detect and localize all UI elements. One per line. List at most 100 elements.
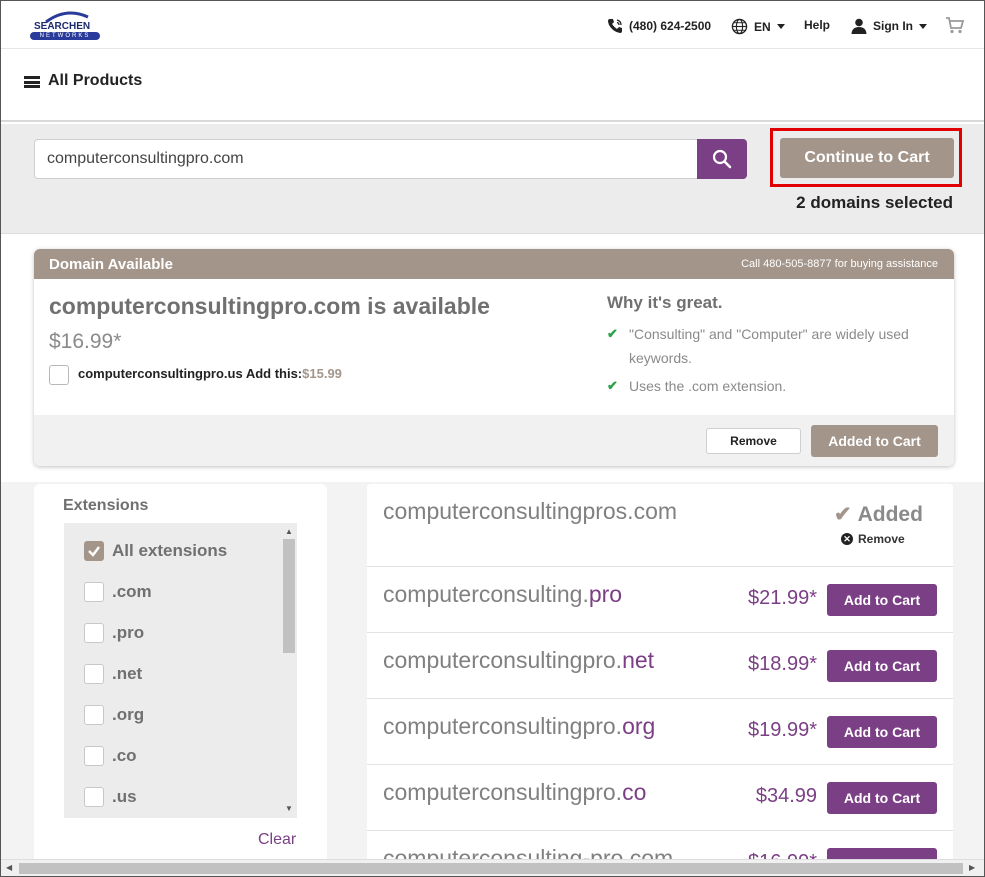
added-status-label: Added bbox=[857, 503, 923, 526]
logo-word: SEARCHEN bbox=[34, 21, 91, 32]
addon-checkbox[interactable] bbox=[49, 365, 69, 385]
check-icon: ✔ bbox=[607, 326, 618, 341]
add-to-cart-button[interactable]: Add to Cart bbox=[827, 716, 937, 748]
result-domain-name: computerconsultingpro.co bbox=[383, 779, 646, 806]
scroll-left-arrow-icon[interactable]: ◀ bbox=[6, 863, 12, 872]
horizontal-scroll-thumb[interactable] bbox=[19, 863, 963, 874]
result-row: computerconsulting.pro $21.99* Add to Ca… bbox=[367, 567, 953, 633]
row-remove-label: Remove bbox=[858, 532, 905, 546]
chevron-down-icon bbox=[919, 23, 927, 29]
phone-link[interactable]: (480) 624-2500 bbox=[607, 18, 711, 34]
result-row: computerconsultingpro.org $19.99* Add to… bbox=[367, 699, 953, 765]
extension-label: .co bbox=[112, 746, 137, 765]
continue-to-cart-button[interactable]: Continue to Cart bbox=[780, 138, 954, 178]
page: SEARCHEN NETWORKS (480) 624-2500 EN Help… bbox=[0, 0, 985, 877]
phone-icon bbox=[608, 19, 622, 33]
why-item: ✔ "Consulting" and "Computer" are widely… bbox=[607, 322, 947, 370]
extension-label: .us bbox=[112, 787, 137, 806]
checkbox-checked[interactable] bbox=[84, 541, 104, 561]
add-to-cart-button[interactable]: Add to Cart bbox=[827, 584, 937, 616]
clear-filters-link[interactable]: Clear bbox=[258, 831, 296, 849]
result-price: $34.99 bbox=[755, 785, 817, 807]
checkbox[interactable] bbox=[84, 746, 104, 766]
domain-tld: co bbox=[622, 779, 647, 805]
phone-number: (480) 624-2500 bbox=[629, 19, 712, 33]
checkmark-icon bbox=[88, 546, 100, 557]
why-great-title: Why it's great. bbox=[607, 293, 723, 312]
checkbox[interactable] bbox=[84, 664, 104, 684]
cart-icon bbox=[946, 17, 965, 34]
extensions-title: Extensions bbox=[63, 497, 149, 514]
hamburger-menu-icon[interactable] bbox=[24, 76, 40, 88]
result-price: $21.99* bbox=[748, 587, 817, 609]
card-header: Domain Available Call 480-505-8877 for b… bbox=[34, 249, 954, 279]
logo-sub: NETWORKS bbox=[30, 32, 100, 40]
result-domain-name: computerconsulting.pro bbox=[383, 581, 622, 608]
checkbox[interactable] bbox=[84, 582, 104, 602]
language-selector[interactable]: EN bbox=[731, 18, 785, 35]
domain-base: computerconsultingpros.com bbox=[383, 498, 678, 524]
result-domain-name: computerconsultingpro.net bbox=[383, 647, 654, 674]
domain-search-input[interactable] bbox=[34, 139, 698, 179]
extension-label: All extensions bbox=[112, 541, 228, 560]
why-item: ✔ Uses the .com extension. bbox=[607, 374, 947, 398]
checkmark-icon: ✔ bbox=[834, 503, 852, 526]
domain-base: computerconsultingpro. bbox=[383, 779, 623, 805]
domain-tld: org bbox=[622, 713, 656, 739]
domain-tld: net bbox=[622, 647, 655, 673]
addon-label: Add this: bbox=[245, 366, 303, 381]
remove-button[interactable]: Remove bbox=[706, 428, 801, 454]
card-header-title: Domain Available bbox=[49, 256, 173, 273]
all-products-link[interactable]: All Products bbox=[48, 72, 142, 90]
extension-label: .pro bbox=[112, 623, 145, 642]
result-row-added: computerconsultingpros.com ✔ Added ✕ Remov… bbox=[367, 484, 953, 567]
nav-bar bbox=[1, 50, 984, 122]
checkbox[interactable] bbox=[84, 623, 104, 643]
scroll-up-arrow-icon[interactable]: ▲ bbox=[285, 527, 293, 536]
added-to-cart-button[interactable]: Added to Cart bbox=[811, 425, 938, 457]
extension-label: .net bbox=[112, 664, 143, 683]
availability-headline: computerconsultingpro.com is available bbox=[49, 293, 490, 319]
addon-price: $15.99 bbox=[302, 366, 342, 381]
scroll-right-arrow-icon[interactable]: ▶ bbox=[969, 863, 975, 872]
domain-results-list: computerconsultingpros.com ✔ Added ✕ Remov… bbox=[367, 484, 953, 864]
checkbox[interactable] bbox=[84, 705, 104, 725]
domain-base: computerconsultingpro. bbox=[383, 647, 623, 673]
add-to-cart-button[interactable]: Add to Cart bbox=[827, 782, 937, 814]
searchen-logo[interactable]: SEARCHEN NETWORKS bbox=[28, 11, 102, 43]
cart-link[interactable] bbox=[945, 16, 965, 34]
domain-tld: pro bbox=[588, 581, 623, 607]
chevron-down-icon bbox=[776, 24, 785, 29]
extensions-scroll-thumb[interactable] bbox=[283, 539, 295, 653]
check-icon: ✔ bbox=[607, 378, 618, 393]
help-link[interactable]: Help bbox=[804, 18, 830, 32]
user-icon bbox=[851, 18, 867, 34]
add-to-cart-button[interactable]: Add to Cart bbox=[827, 650, 937, 682]
result-domain-name: computerconsultingpro.org bbox=[383, 713, 655, 740]
top-header: SEARCHEN NETWORKS (480) 624-2500 EN Help… bbox=[1, 1, 984, 49]
extensions-list: All extensions .com .pro .net .org .co .… bbox=[64, 523, 297, 818]
language-label: EN bbox=[754, 19, 771, 34]
addon-offer: computerconsultingpro.us Add this:$15.99 bbox=[78, 366, 342, 381]
result-row: computerconsultingpro.co $34.99 Add to C… bbox=[367, 765, 953, 831]
card-header-call: Call 480-505-8877 for buying assistance bbox=[741, 258, 938, 270]
available-price: $16.99* bbox=[49, 330, 122, 353]
extension-label: .com bbox=[112, 582, 152, 601]
checkbox[interactable] bbox=[84, 787, 104, 807]
domain-base: computerconsulting. bbox=[383, 581, 589, 607]
sign-in-label: Sign In bbox=[873, 19, 913, 33]
result-row: computerconsultingpro.net $18.99* Add to… bbox=[367, 633, 953, 699]
row-remove-link[interactable]: ✕ Remove bbox=[841, 532, 905, 546]
close-icon: ✕ bbox=[841, 533, 853, 545]
result-domain-name: computerconsultingpros.com bbox=[383, 498, 677, 525]
addon-domain: computerconsultingpro.us bbox=[78, 366, 243, 381]
sign-in-menu[interactable]: Sign In bbox=[851, 18, 927, 34]
globe-icon bbox=[731, 18, 748, 35]
search-button[interactable] bbox=[697, 139, 747, 179]
search-icon bbox=[712, 149, 732, 169]
domain-base: computerconsultingpro. bbox=[383, 713, 623, 739]
horizontal-scrollbar[interactable]: ◀ ▶ bbox=[1, 859, 984, 876]
why-item-text: "Consulting" and "Computer" are widely u… bbox=[629, 326, 909, 366]
domain-available-card: Domain Available Call 480-505-8877 for b… bbox=[34, 249, 954, 466]
scroll-down-arrow-icon[interactable]: ▼ bbox=[285, 804, 293, 813]
